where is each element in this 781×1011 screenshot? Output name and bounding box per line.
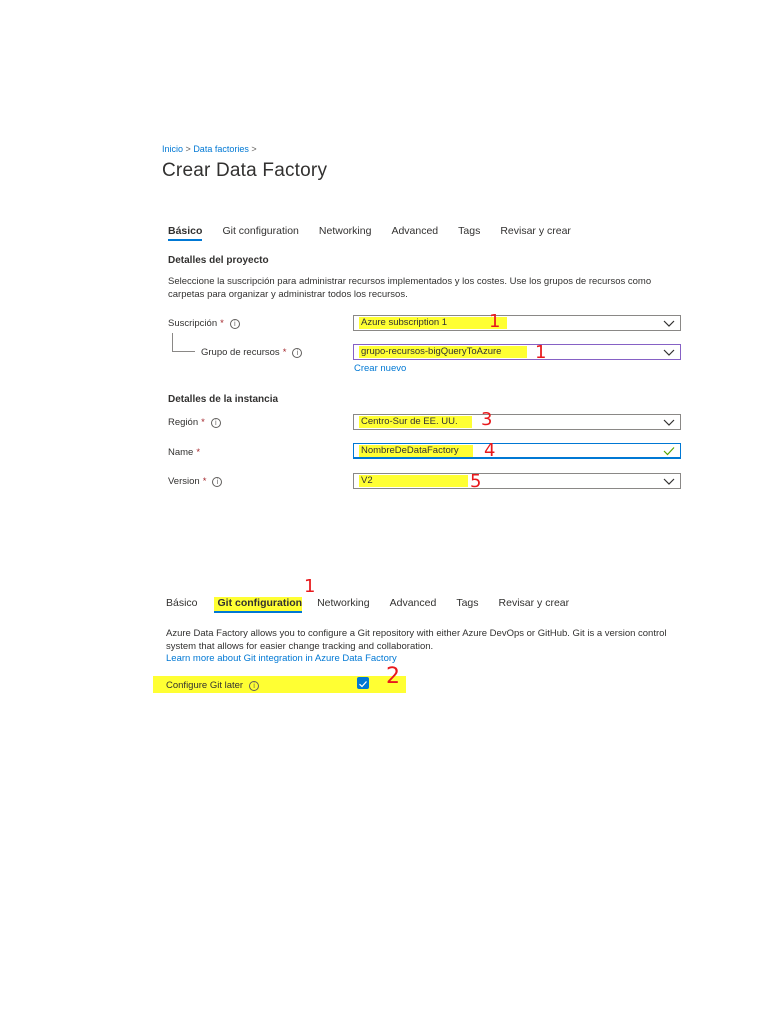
breadcrumb-parent[interactable]: Data factories (193, 144, 249, 152)
breadcrumb-separator: > (185, 144, 191, 152)
tab-review-create[interactable]: Revisar y crear (499, 597, 570, 613)
info-icon[interactable]: i (249, 680, 260, 691)
version-value: V2 (359, 475, 468, 487)
tab-basics[interactable]: Básico (166, 597, 198, 613)
tab-advanced[interactable]: Advanced (390, 597, 437, 613)
version-label: Version * i (168, 476, 223, 487)
tab-git-configuration[interactable]: Git configuration (222, 225, 298, 241)
git-description: Azure Data Factory allows you to configu… (166, 628, 667, 652)
resource-group-label-text: Grupo de recursos (201, 347, 280, 358)
resource-group-value: grupo-recursos-bigQueryToAzure (359, 346, 528, 358)
create-new-link[interactable]: Crear nuevo (354, 363, 406, 374)
tab-bar-bottom: Básico Git configuration Networking Adva… (166, 597, 589, 613)
tab-review-create[interactable]: Revisar y crear (500, 225, 571, 241)
annotation-number: 2 (386, 664, 400, 689)
project-details-description: Seleccione la suscripción para administr… (168, 276, 652, 300)
configure-git-later-text: Configure Git later (166, 680, 244, 691)
annotation-number: 4 (484, 440, 496, 461)
tab-tags[interactable]: Tags (456, 597, 478, 613)
tab-bar-top: Básico Git configuration Networking Adva… (168, 225, 591, 241)
checkmark-icon (359, 681, 367, 688)
name-value: NombreDeDataFactory (359, 444, 473, 457)
resource-group-label: Grupo de recursos * i (201, 347, 303, 358)
breadcrumb: Inicio > Data factories > (162, 144, 257, 152)
chevron-down-icon (663, 478, 675, 485)
name-input[interactable]: NombreDeDataFactory (353, 443, 681, 459)
tree-connector (172, 333, 195, 352)
name-label: Name * (168, 447, 200, 458)
info-icon[interactable]: i (292, 347, 303, 358)
version-label-text: Version (168, 476, 200, 487)
resource-group-select[interactable]: grupo-recursos-bigQueryToAzure (353, 344, 681, 360)
required-asterisk: * (201, 417, 205, 428)
tab-networking[interactable]: Networking (319, 225, 372, 241)
required-asterisk: * (220, 318, 224, 329)
region-value: Centro-Sur de EE. UU. (359, 416, 472, 428)
check-icon (663, 447, 675, 456)
region-label: Región * i (168, 417, 221, 428)
breadcrumb-home[interactable]: Inicio (162, 144, 183, 152)
subscription-label-text: Suscripción (168, 318, 218, 329)
chevron-down-icon (663, 419, 675, 426)
tab-networking[interactable]: Networking (317, 597, 370, 613)
required-asterisk: * (282, 347, 287, 358)
chevron-down-icon (663, 349, 675, 356)
subscription-select[interactable]: Azure subscription 1 (353, 315, 681, 331)
annotation-number: 5 (470, 471, 482, 492)
name-label-text: Name (168, 447, 194, 458)
tab-tags[interactable]: Tags (458, 225, 480, 241)
info-icon[interactable]: i (229, 318, 240, 329)
annotation-number: 1 (304, 576, 316, 597)
version-select[interactable]: V2 (353, 473, 681, 489)
project-details-heading: Detalles del proyecto (168, 255, 269, 266)
instance-details-heading: Detalles de la instancia (168, 394, 279, 405)
annotation-number: 1 (535, 342, 547, 363)
info-icon[interactable]: i (212, 476, 223, 487)
configure-git-later-label: Configure Git later i (166, 680, 260, 691)
subscription-label: Suscripción * i (168, 318, 240, 329)
tab-git-configuration[interactable]: Git configuration (213, 597, 303, 613)
region-select[interactable]: Centro-Sur de EE. UU. (353, 414, 681, 430)
configure-git-later-checkbox[interactable] (357, 677, 369, 689)
breadcrumb-separator: > (251, 144, 257, 152)
annotation-number: 3 (481, 409, 493, 430)
subscription-value: Azure subscription 1 (359, 317, 508, 329)
tab-basics[interactable]: Básico (168, 225, 203, 241)
chevron-down-icon (663, 320, 675, 327)
annotation-number: 1 (489, 311, 501, 332)
tab-advanced[interactable]: Advanced (391, 225, 438, 241)
learn-more-git-link[interactable]: Learn more about Git integration in Azur… (166, 653, 397, 664)
info-icon[interactable]: i (210, 417, 221, 428)
required-asterisk: * (196, 447, 201, 458)
page-title: Crear Data Factory (162, 160, 328, 181)
region-label-text: Región (168, 417, 199, 428)
required-asterisk: * (202, 476, 207, 487)
